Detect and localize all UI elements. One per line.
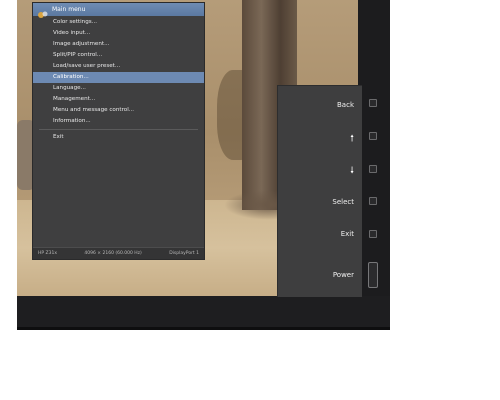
- osd-title: Main menu: [52, 6, 86, 13]
- osd-main-menu: Main menu Color settings... Video input.…: [32, 2, 205, 260]
- arrow-down-icon: 🠗: [350, 166, 354, 176]
- exit-label: Exit: [340, 230, 354, 238]
- select-button[interactable]: [369, 197, 377, 205]
- menu-logo-icon: [37, 5, 49, 18]
- osd-header: Main menu: [33, 3, 204, 18]
- button-label-panel: Back 🠕 🠗 Select Exit Power: [277, 85, 362, 297]
- down-button[interactable]: [369, 165, 377, 173]
- monitor-bezel-bottom: [17, 296, 390, 330]
- menu-item-menu-message-control[interactable]: Menu and message control...: [33, 105, 204, 116]
- back-button[interactable]: [369, 99, 377, 107]
- menu-item-exit[interactable]: Exit: [33, 132, 204, 143]
- menu-item-user-preset[interactable]: Load/save user preset...: [33, 61, 204, 72]
- menu-item-calibration[interactable]: Calibration...: [33, 72, 204, 83]
- arrow-up-icon: 🠕: [350, 134, 354, 144]
- back-label: Back: [337, 101, 354, 109]
- menu-item-information[interactable]: Information...: [33, 116, 204, 127]
- exit-button[interactable]: [369, 230, 377, 238]
- status-input: DisplayPort 1: [169, 251, 199, 256]
- status-model: HP Z31x: [38, 251, 57, 256]
- menu-divider: [39, 129, 198, 130]
- status-resolution: 4096 × 2160 (60.000 Hz): [84, 251, 142, 256]
- osd-status-bar: HP Z31x 4096 × 2160 (60.000 Hz) DisplayP…: [33, 247, 204, 259]
- power-label: Power: [332, 271, 354, 279]
- menu-item-management[interactable]: Management...: [33, 94, 204, 105]
- menu-item-image-adjustment[interactable]: Image adjustment...: [33, 39, 204, 50]
- menu-item-video-input[interactable]: Video input...: [33, 28, 204, 39]
- power-button[interactable]: [368, 262, 378, 288]
- menu-item-split-pip[interactable]: Split/PIP control...: [33, 50, 204, 61]
- select-label: Select: [332, 198, 354, 206]
- osd-menu-list: Color settings... Video input... Image a…: [33, 16, 204, 143]
- menu-item-color-settings[interactable]: Color settings...: [33, 17, 204, 28]
- up-button[interactable]: [369, 132, 377, 140]
- monitor-photo: Main menu Color settings... Video input.…: [0, 0, 500, 400]
- menu-item-language[interactable]: Language...: [33, 83, 204, 94]
